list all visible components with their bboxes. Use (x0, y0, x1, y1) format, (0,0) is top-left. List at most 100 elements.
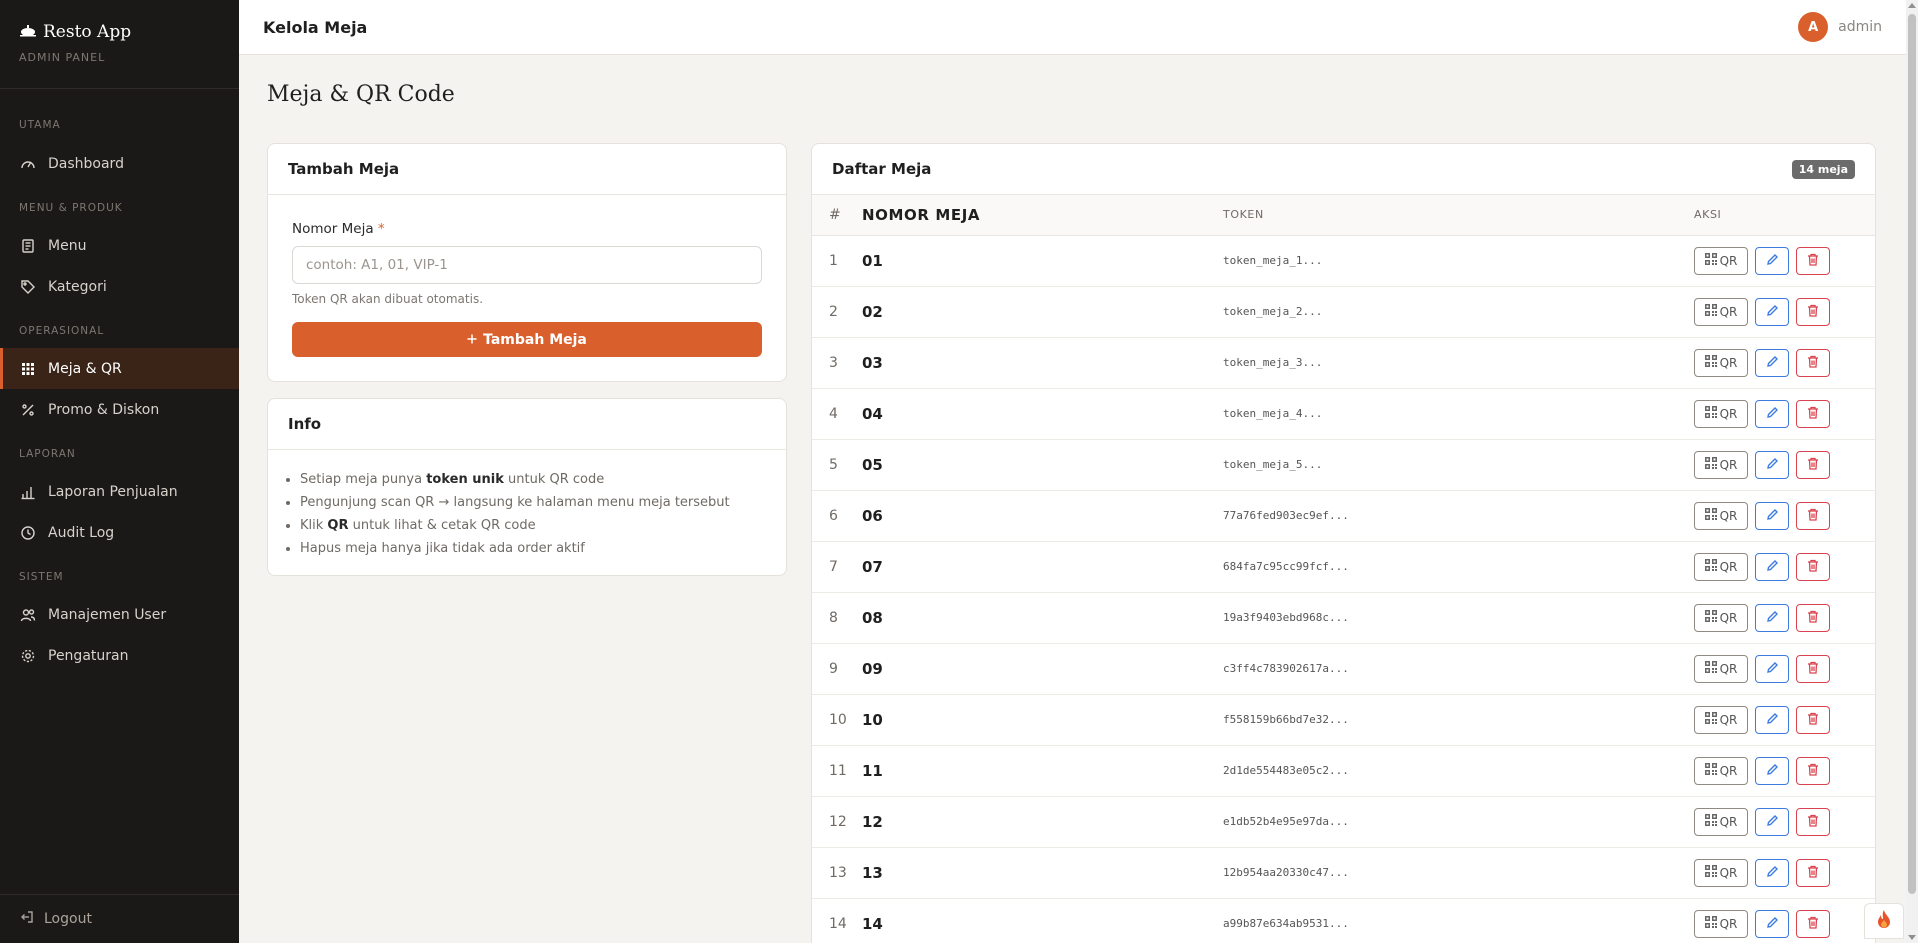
qr-button-label: QR (1719, 457, 1738, 472)
card-header: Info (268, 399, 786, 450)
table-number: 13 (862, 847, 1223, 899)
qr-icon (1704, 406, 1717, 421)
sidebar-item-label: Promo & Diskon (48, 401, 160, 418)
qr-button[interactable]: QR (1694, 450, 1748, 479)
delete-button[interactable] (1796, 246, 1830, 275)
brand-title[interactable]: Resto App (19, 22, 220, 42)
qr-button[interactable]: QR (1694, 858, 1748, 887)
qr-button[interactable]: QR (1694, 654, 1748, 683)
delete-button[interactable] (1796, 603, 1830, 632)
qr-button[interactable]: QR (1694, 603, 1748, 632)
qr-button[interactable]: QR (1694, 552, 1748, 581)
edit-button[interactable] (1755, 603, 1789, 632)
qr-button[interactable]: QR (1694, 399, 1748, 428)
edit-button[interactable] (1755, 807, 1789, 836)
qr-button-label: QR (1719, 508, 1738, 523)
delete-button[interactable] (1796, 705, 1830, 734)
row-actions: QR (1694, 439, 1875, 491)
qr-icon (1704, 916, 1717, 931)
delete-button[interactable] (1796, 501, 1830, 530)
sidebar-item-kategori[interactable]: Kategori (0, 266, 239, 307)
pencil-icon (1766, 916, 1779, 932)
section-menu-produk: MENU & PRODUK (19, 202, 123, 214)
sidebar-item-menu[interactable]: Menu (0, 225, 239, 266)
qr-button[interactable]: QR (1694, 501, 1748, 530)
sidebar-item-laporan-penjualan[interactable]: Laporan Penjualan (0, 471, 239, 512)
card-title: Info (288, 415, 322, 433)
count-badge: 14 meja (1791, 159, 1855, 179)
add-table-button[interactable]: Tambah Meja (292, 322, 762, 357)
edit-button[interactable] (1755, 858, 1789, 887)
table-number-input[interactable] (292, 246, 762, 284)
row-actions: QR (1694, 286, 1875, 338)
edit-button[interactable] (1755, 552, 1789, 581)
table-row: 2 02 token_meja_2... QR (812, 286, 1875, 338)
edit-button[interactable] (1755, 297, 1789, 326)
sidebar-item-pengaturan[interactable]: Pengaturan (0, 635, 239, 676)
scroll-up-icon[interactable] (1908, 3, 1916, 8)
row-number: 12 (812, 796, 862, 848)
delete-button[interactable] (1796, 909, 1830, 938)
sidebar-item-label: Kategori (48, 278, 107, 295)
qr-button[interactable]: QR (1694, 348, 1748, 377)
logout-icon (20, 910, 34, 928)
table-row: 12 12 e1db52b4e95e97da... QR (812, 796, 1875, 848)
row-number: 8 (812, 592, 862, 644)
delete-button[interactable] (1796, 450, 1830, 479)
sidebar-item-meja-qr[interactable]: Meja & QR (0, 348, 239, 389)
sidebar-item-dashboard[interactable]: Dashboard (0, 143, 239, 184)
qr-button[interactable]: QR (1694, 909, 1748, 938)
trash-icon (1807, 508, 1819, 524)
fire-button[interactable] (1864, 903, 1904, 939)
edit-button[interactable] (1755, 705, 1789, 734)
logout-button[interactable]: Logout (0, 894, 239, 943)
edit-button[interactable] (1755, 450, 1789, 479)
delete-button[interactable] (1796, 756, 1830, 785)
qr-button-label: QR (1719, 712, 1738, 727)
scroll-down-icon[interactable] (1908, 935, 1916, 940)
page-scrollbar[interactable] (1906, 0, 1918, 943)
qr-button[interactable]: QR (1694, 705, 1748, 734)
qr-button[interactable]: QR (1694, 807, 1748, 836)
delete-button[interactable] (1796, 807, 1830, 836)
bar-chart-icon (20, 484, 36, 500)
delete-button[interactable] (1796, 348, 1830, 377)
qr-button[interactable]: QR (1694, 297, 1748, 326)
trash-icon (1807, 610, 1819, 626)
delete-button[interactable] (1796, 654, 1830, 683)
delete-button[interactable] (1796, 858, 1830, 887)
delete-button[interactable] (1796, 552, 1830, 581)
edit-button[interactable] (1755, 399, 1789, 428)
edit-button[interactable] (1755, 501, 1789, 530)
sidebar-item-label: Laporan Penjualan (48, 483, 178, 500)
row-actions: QR (1694, 847, 1875, 899)
required-mark: * (377, 221, 385, 237)
table-row: 4 04 token_meja_4... QR (812, 388, 1875, 440)
edit-button[interactable] (1755, 756, 1789, 785)
table-number: 02 (862, 286, 1223, 338)
row-actions: QR (1694, 592, 1875, 644)
sidebar-item-promo[interactable]: Promo & Diskon (0, 389, 239, 430)
edit-button[interactable] (1755, 654, 1789, 683)
field-label: Nomor Meja * (292, 221, 762, 237)
trash-icon (1807, 559, 1819, 575)
row-number: 2 (812, 286, 862, 338)
section-utama: UTAMA (19, 119, 61, 131)
edit-button[interactable] (1755, 348, 1789, 377)
trash-icon (1807, 865, 1819, 881)
qr-button[interactable]: QR (1694, 246, 1748, 275)
user-menu[interactable]: A admin (1798, 12, 1882, 42)
delete-button[interactable] (1796, 399, 1830, 428)
pencil-icon (1766, 610, 1779, 626)
row-number: 10 (812, 694, 862, 746)
edit-button[interactable] (1755, 246, 1789, 275)
delete-button[interactable] (1796, 297, 1830, 326)
form-hint: Token QR akan dibuat otomatis. (292, 292, 484, 306)
sidebar-item-label: Audit Log (48, 524, 115, 541)
qr-button[interactable]: QR (1694, 756, 1748, 785)
scrollbar-thumb[interactable] (1908, 14, 1916, 894)
sidebar-item-manajemen-user[interactable]: Manajemen User (0, 594, 239, 635)
percent-icon (20, 402, 36, 418)
edit-button[interactable] (1755, 909, 1789, 938)
sidebar-item-audit-log[interactable]: Audit Log (0, 512, 239, 553)
